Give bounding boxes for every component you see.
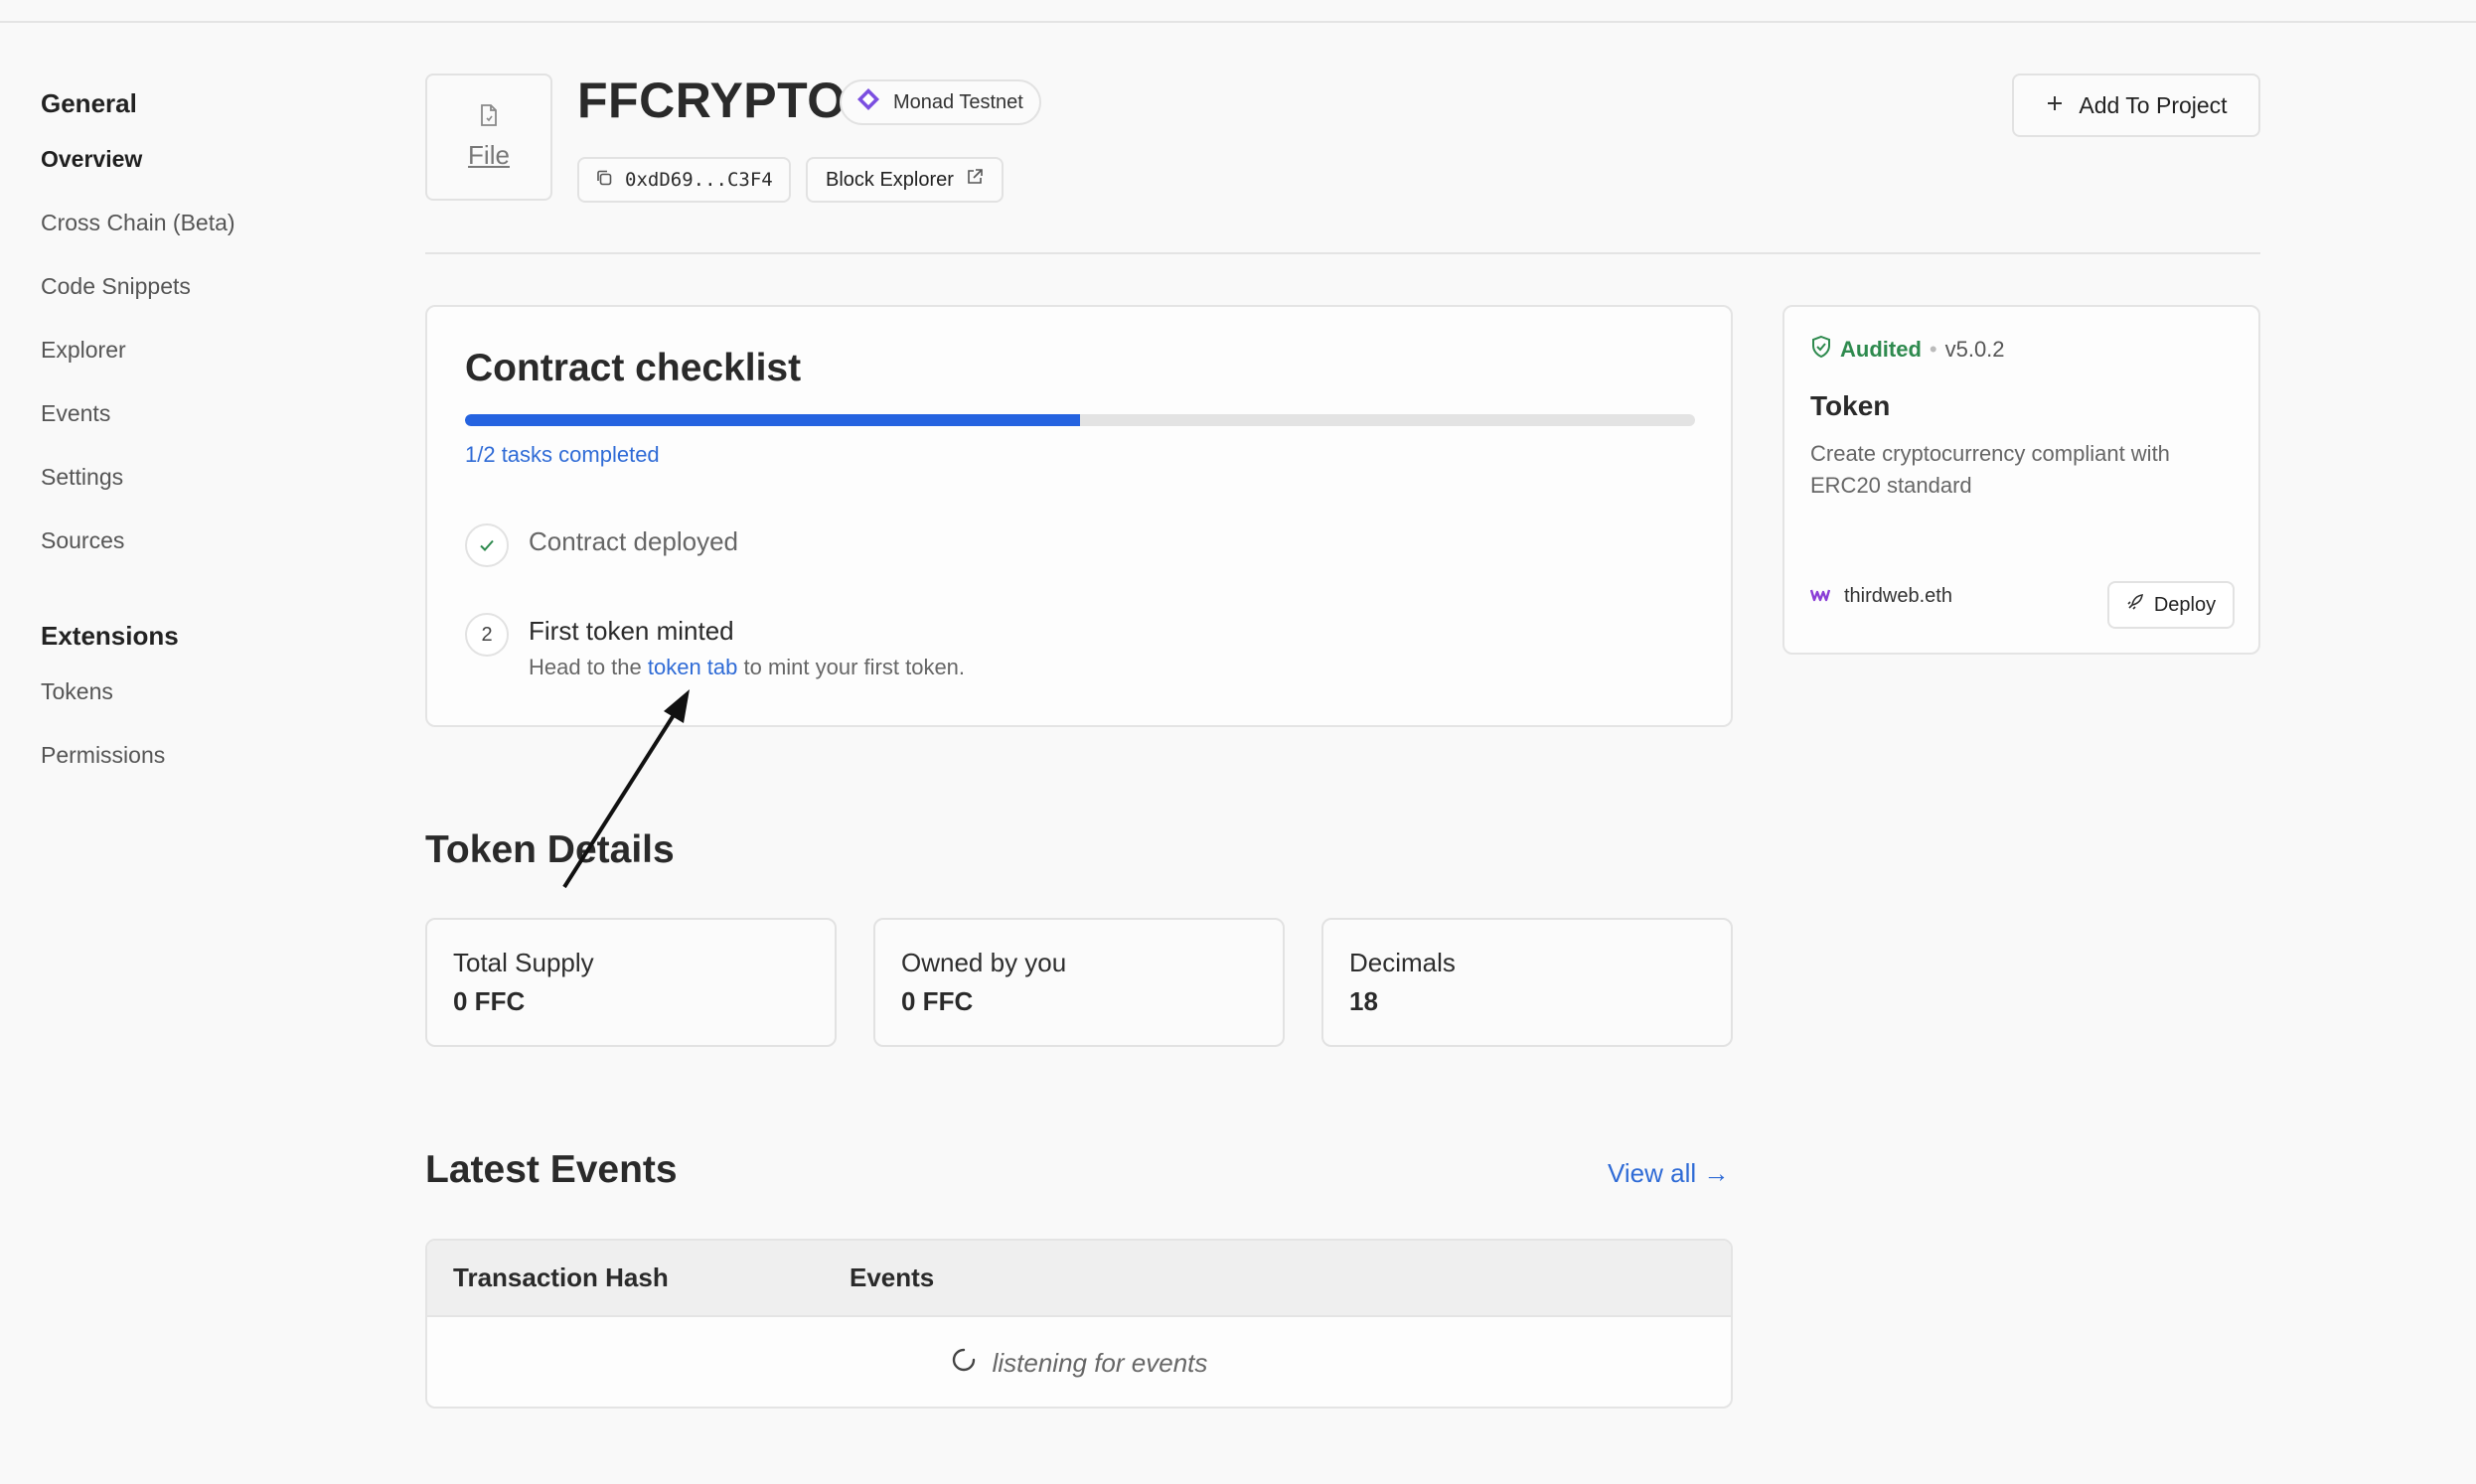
publisher-name: thirdweb.eth [1844,585,1952,607]
stat-value: 0 FFC [453,986,526,1016]
stat-label: Owned by you [901,948,1067,977]
sidebar-item-tokens[interactable]: Tokens [41,660,339,723]
sidebar: General Overview Cross Chain (Beta) Code… [41,79,339,787]
plus-icon [2045,92,2065,119]
token-template-name: Token [1810,390,1891,421]
top-bar [0,0,2476,23]
events-table-header: Transaction Hash Events [427,1241,1731,1317]
spinner-icon [951,1347,977,1380]
token-details-title: Token Details [425,828,675,871]
sidebar-item-permissions[interactable]: Permissions [41,723,339,787]
header-divider [425,252,2260,254]
column-header-transaction-hash: Transaction Hash [453,1262,669,1292]
token-template-card: Audited • v5.0.2 Token Create cryptocurr… [1782,305,2260,655]
sidebar-item-explorer[interactable]: Explorer [41,318,339,381]
copy-address-button[interactable]: 0xdD69...C3F4 [577,157,791,203]
thirdweb-logo-icon [1809,585,1831,608]
copy-icon [595,169,613,192]
desc-text: to mint your first token. [737,655,966,679]
stat-total-supply: Total Supply 0 FFC [425,918,837,1047]
sidebar-item-overview[interactable]: Overview [41,127,339,191]
sidebar-item-cross-chain[interactable]: Cross Chain (Beta) [41,191,339,254]
checklist-title: Contract checklist [465,347,802,389]
add-to-project-label: Add To Project [2079,91,2228,118]
token-tab-link[interactable]: token tab [648,655,738,679]
view-all-events-link[interactable]: View all → [1608,1158,1729,1189]
rocket-icon [2126,593,2144,617]
checklist-step-deployed: Contract deployed [465,523,738,567]
sidebar-item-code-snippets[interactable]: Code Snippets [41,254,339,318]
stat-value: 18 [1349,986,1378,1016]
audited-label: Audited [1840,337,1922,362]
shield-check-icon [1810,335,1832,365]
checklist-progress-bar [465,414,1695,426]
sidebar-item-events[interactable]: Events [41,381,339,445]
file-label: File [468,140,510,170]
separator-dot: • [1929,337,1937,362]
progress-fill [465,414,1080,426]
chain-badge[interactable]: Monad Testnet [840,79,1041,125]
block-explorer-button[interactable]: Block Explorer [806,157,1004,203]
stat-value: 0 FFC [901,986,974,1016]
sidebar-item-settings[interactable]: Settings [41,445,339,509]
external-link-icon [966,168,984,192]
add-to-project-button[interactable]: Add To Project [2012,74,2260,137]
stat-label: Decimals [1349,948,1456,977]
step-description: Head to the token tab to mint your first… [529,655,965,680]
column-header-events: Events [850,1262,935,1292]
tasks-completed-text: 1/2 tasks completed [465,442,660,467]
audit-row: Audited • v5.0.2 [1810,335,2005,365]
token-template-description: Create cryptocurrency compliant with ERC… [1810,441,2170,498]
sidebar-item-sources[interactable]: Sources [41,509,339,572]
step-title: First token minted [529,616,734,646]
step-title: Contract deployed [529,526,739,556]
sidebar-heading-extensions: Extensions [41,620,179,651]
stat-owned-by-you: Owned by you 0 FFC [873,918,1285,1047]
stat-label: Total Supply [453,948,594,977]
stat-decimals: Decimals 18 [1321,918,1733,1047]
file-icon [478,103,500,132]
contract-checklist-card: Contract checklist 1/2 tasks completed C… [425,305,1733,727]
events-empty-state: listening for events [427,1317,1731,1407]
step-number: 2 [465,613,509,657]
check-icon [465,523,509,567]
contract-address: 0xdD69...C3F4 [625,169,773,191]
events-table: Transaction Hash Events listening for ev… [425,1239,1733,1409]
contract-image-upload[interactable]: File [425,74,552,201]
contract-title: FFCRYPTO [577,73,847,128]
publisher-link[interactable]: thirdweb.eth [1809,585,1952,608]
deploy-button[interactable]: Deploy [2107,581,2235,629]
sidebar-heading-general: General [41,87,137,118]
listening-status: listening for events [992,1347,1208,1378]
latest-events-title: Latest Events [425,1148,678,1191]
monad-chain-icon [855,86,881,118]
deploy-label: Deploy [2153,593,2217,616]
version-label: v5.0.2 [1944,337,2005,362]
block-explorer-label: Block Explorer [826,168,954,191]
chain-name: Monad Testnet [893,90,1023,113]
checklist-step-mint: 2 First token minted Head to the token t… [465,613,965,680]
desc-text: Head to the [529,655,648,679]
